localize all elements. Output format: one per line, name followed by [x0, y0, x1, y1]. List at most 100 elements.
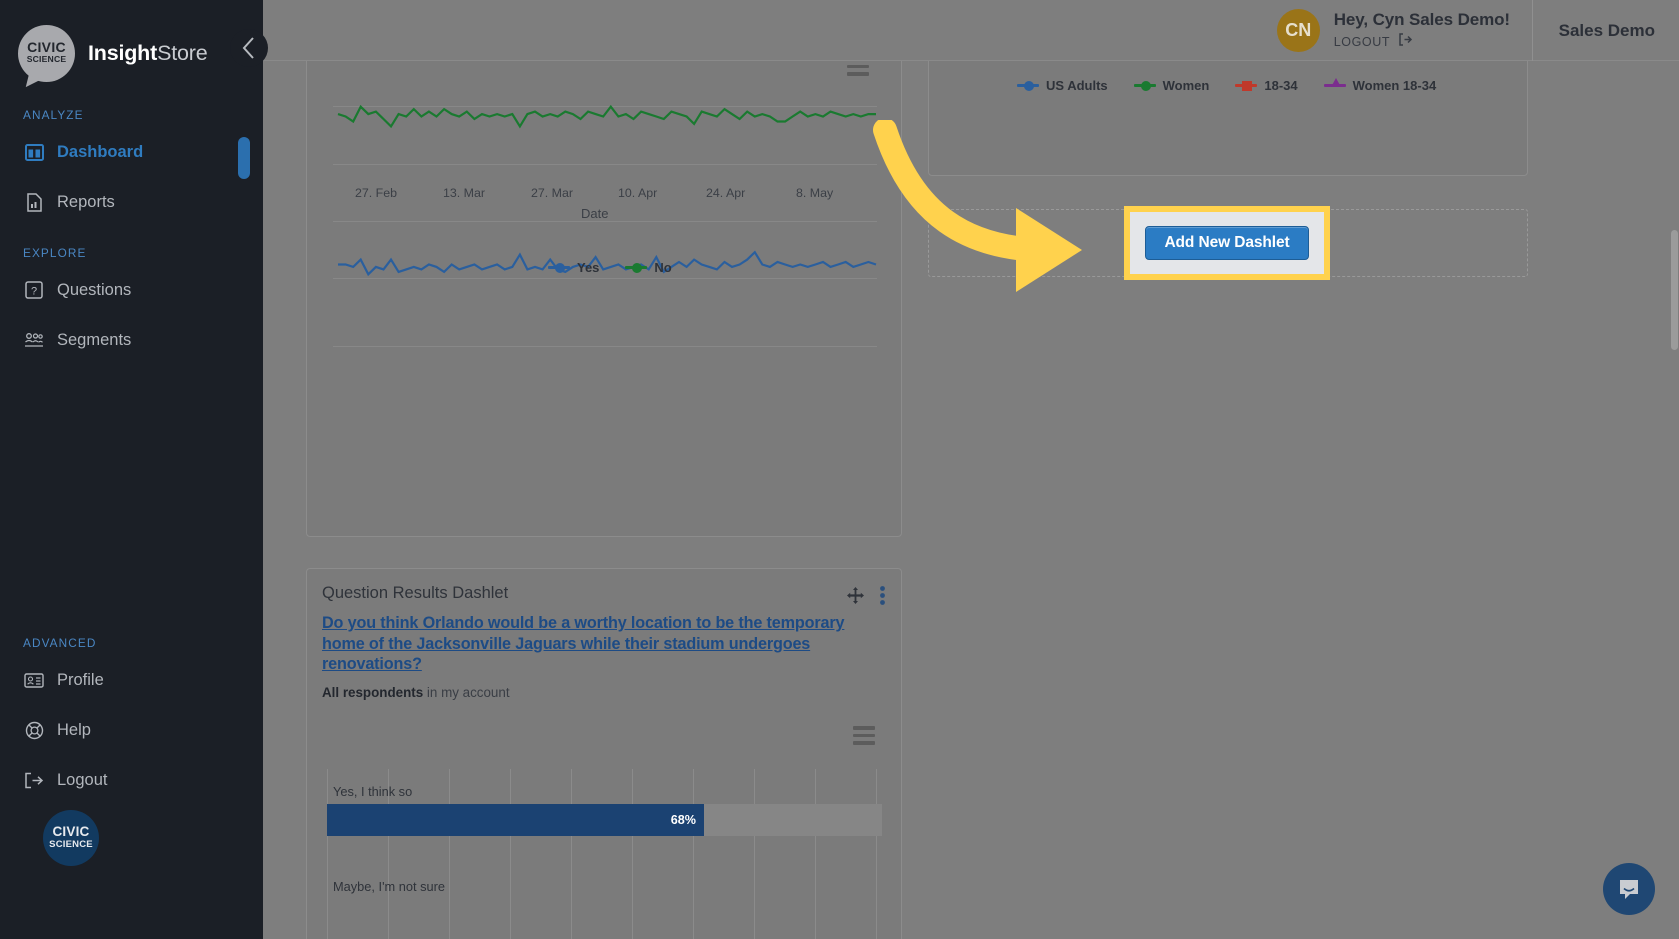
gridline	[449, 769, 450, 939]
profile-card-icon	[24, 670, 44, 690]
avatar: CN	[1276, 9, 1320, 52]
more-vertical-icon[interactable]	[880, 586, 885, 605]
sidebar-item-reports[interactable]: Reports	[0, 182, 263, 222]
bar-track: 68%	[327, 804, 882, 836]
legend-item[interactable]: No	[625, 260, 672, 275]
sidebar-item-profile[interactable]: Profile	[0, 660, 263, 700]
dashlet-title: Question Results Dashlet	[322, 584, 509, 602]
x-tick-label: 8. May	[796, 186, 834, 200]
sidebar-item-help[interactable]: Help	[0, 710, 263, 750]
svg-text:?: ?	[31, 286, 37, 298]
chevron-left-icon	[242, 37, 254, 59]
account-name[interactable]: Sales Demo	[1559, 0, 1655, 61]
intercom-chat-button[interactable]	[1603, 863, 1655, 915]
x-tick-label: 13. Mar	[443, 186, 486, 200]
logo-line-2: SCIENCE	[26, 53, 67, 64]
bar-fill: 68%	[327, 804, 704, 836]
legend-marker-square-icon	[1235, 80, 1258, 91]
product-name-bold: Insight	[88, 40, 158, 65]
sidebar-collapse-button[interactable]	[230, 29, 268, 67]
legend-label: 18-34	[1264, 78, 1298, 93]
logout-icon	[1398, 33, 1413, 51]
user-menu[interactable]: CN Hey, Cyn Sales Demo! LOGOUT	[1276, 0, 1533, 61]
segments-chart-legend: US Adults Women 18-34 Women 18-34	[1017, 78, 1436, 93]
logout-label: LOGOUT	[1333, 35, 1391, 49]
legend-marker-circle-icon	[548, 262, 570, 273]
segments-icon	[24, 330, 44, 350]
sidebar-advanced-group: ADVANCED Profile Help Logout CIVIC SCIEN…	[0, 636, 263, 866]
gridline	[876, 769, 877, 939]
results-bar-chart: Yes, I think so 68% Maybe, I'm not sure	[327, 769, 882, 939]
sidebar-item-label: Profile	[57, 670, 104, 689]
dashlet-question-link[interactable]: Do you think Orlando would be a worthy l…	[322, 613, 882, 675]
x-tick-label: 27. Mar	[531, 186, 574, 200]
filter-rest-part: in my account	[423, 685, 510, 700]
gridline	[815, 769, 816, 939]
trend-chart-dashlet: 27. Feb 13. Mar 27. Mar 10. Apr 24. Apr …	[306, 0, 902, 537]
sidebar-item-dashboard[interactable]: Dashboard	[0, 132, 263, 172]
add-new-dashlet-button[interactable]: Add New Dashlet	[1145, 226, 1309, 260]
question-results-dashlet: Question Results Dashlet Do you think Or…	[306, 568, 902, 939]
hamburger-menu-icon[interactable]	[853, 726, 875, 745]
nav-section-advanced: ADVANCED	[23, 636, 97, 650]
product-name: InsightStore	[88, 40, 208, 66]
product-name-thin: Store	[157, 40, 208, 65]
x-tick-label: 10. Apr	[618, 186, 658, 200]
filter-bold-part: All respondents	[322, 685, 424, 700]
dashlet-controls	[847, 586, 885, 605]
sidebar-item-questions[interactable]: ? Questions	[0, 270, 263, 310]
dashlet-filter-text: All respondents in my account	[322, 685, 510, 700]
bar-category-label: Maybe, I'm not sure	[333, 879, 445, 894]
legend-marker-circle-icon	[1017, 80, 1039, 91]
sidebar-item-segments[interactable]: Segments	[0, 320, 263, 360]
x-tick-label: 27. Feb	[355, 186, 398, 200]
legend-item[interactable]: Women 18-34	[1323, 78, 1437, 93]
report-icon	[24, 192, 44, 212]
sidebar-item-label: Reports	[57, 192, 115, 211]
brand[interactable]: CIVIC SCIENCE InsightStore	[0, 0, 263, 84]
gridline	[327, 769, 328, 939]
civicscience-footer-badge: CIVIC SCIENCE	[43, 810, 99, 866]
legend-item[interactable]: Yes	[548, 260, 599, 275]
legend-marker-circle-icon	[625, 262, 648, 273]
move-arrows-icon[interactable]	[847, 587, 864, 604]
gridline	[693, 769, 694, 939]
sidebar-item-label: Questions	[57, 280, 132, 299]
nav-section-explore: EXPLORE	[23, 246, 87, 260]
logo-line-1: CIVIC	[27, 38, 66, 55]
top-header: CN Hey, Cyn Sales Demo! LOGOUT Sales Dem…	[263, 0, 1679, 61]
legend-marker-triangle-icon	[1323, 78, 1346, 87]
badge-line-1: CIVIC	[52, 823, 90, 839]
page-scrollbar[interactable]	[1671, 230, 1678, 350]
greeting-text: Hey, Cyn Sales Demo!	[1333, 10, 1510, 29]
legend-item[interactable]: Women	[1133, 78, 1210, 93]
legend-label: Women	[1162, 78, 1210, 93]
civicscience-logo-icon: CIVIC SCIENCE	[18, 24, 75, 82]
legend-item[interactable]: 18-34	[1235, 78, 1298, 93]
life-ring-icon	[24, 720, 44, 740]
dashboard-icon	[24, 142, 44, 162]
sidebar: CIVIC SCIENCE InsightStore ANALYZE Dashb…	[0, 0, 263, 939]
legend-item[interactable]: US Adults	[1017, 78, 1108, 93]
x-axis-title: Date	[581, 206, 609, 221]
sidebar-item-label: Logout	[57, 770, 108, 789]
legend-label: Women 18-34	[1352, 78, 1437, 93]
badge-line-2: SCIENCE	[49, 838, 93, 850]
trend-chart-legend: Yes No	[548, 260, 672, 275]
nav-section-analyze: ANALYZE	[23, 108, 84, 122]
legend-label: No	[654, 260, 672, 275]
logout-link[interactable]: LOGOUT	[1334, 33, 1510, 51]
gridline	[510, 769, 511, 939]
x-tick-label: 24. Apr	[706, 186, 746, 200]
gridline	[754, 769, 755, 939]
bar-value-label: 68%	[670, 813, 696, 827]
sidebar-item-label: Dashboard	[57, 142, 144, 161]
sidebar-item-logout[interactable]: Logout	[0, 760, 263, 800]
legend-label: Yes	[577, 260, 600, 275]
gridline	[632, 769, 633, 939]
chat-bubble-icon	[1620, 880, 1638, 899]
active-nav-indicator	[238, 137, 250, 179]
logout-icon	[24, 770, 44, 790]
question-icon: ?	[24, 280, 44, 300]
bar-category-label: Yes, I think so	[333, 784, 413, 799]
